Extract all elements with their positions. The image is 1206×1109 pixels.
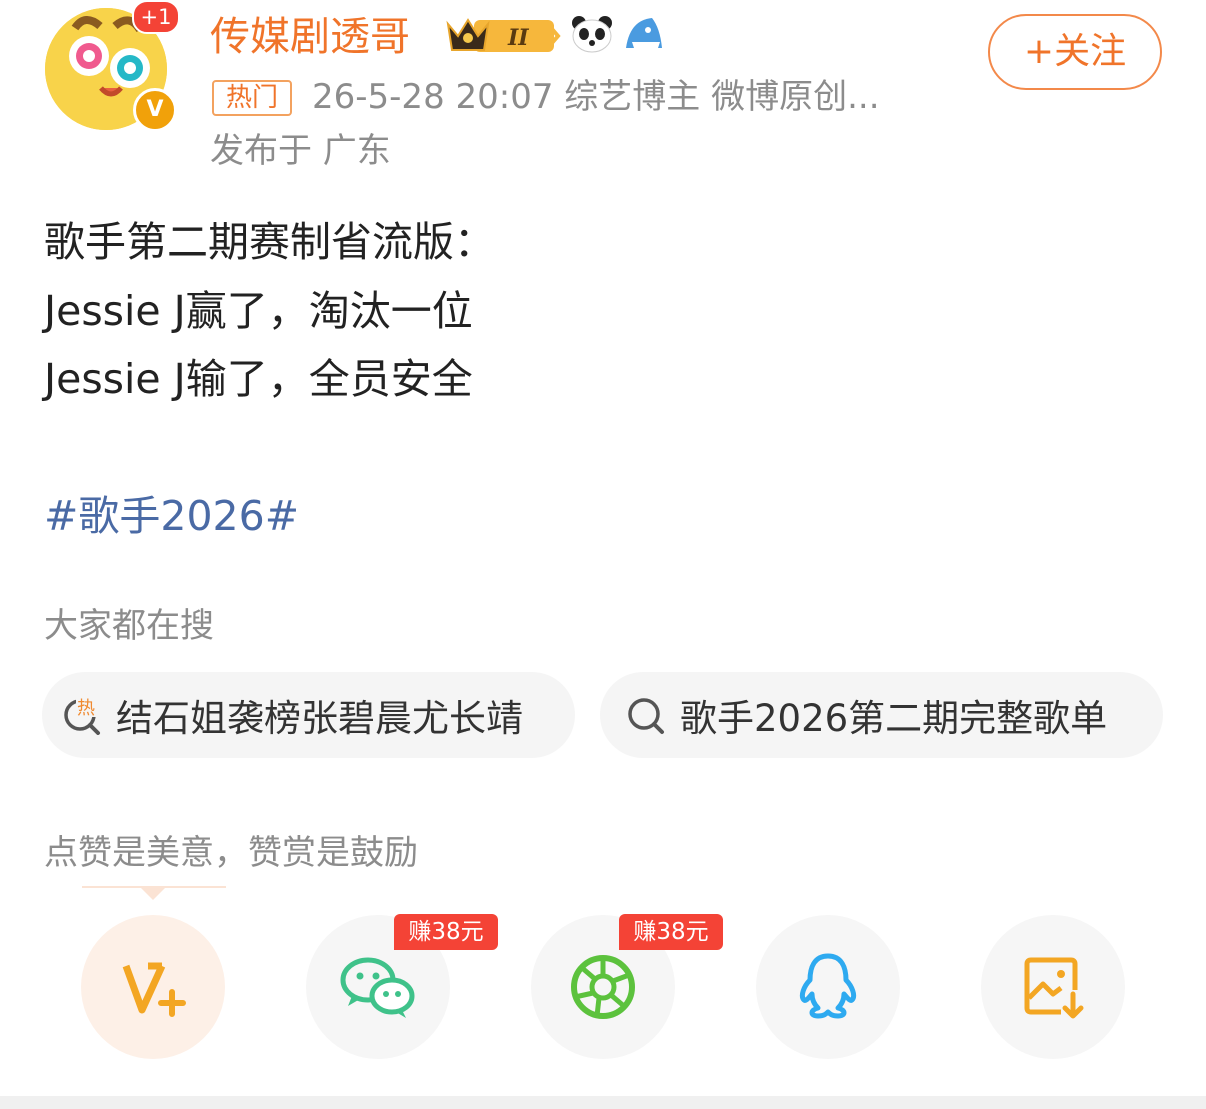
bottom-divider bbox=[0, 1096, 1206, 1109]
hashtag-link[interactable]: #歌手2026# bbox=[44, 486, 299, 546]
panda-badge-icon[interactable] bbox=[570, 14, 614, 54]
share-qq-button[interactable] bbox=[756, 915, 900, 1059]
moments-icon bbox=[571, 955, 635, 1019]
earn-badge: 赚38元 bbox=[394, 914, 498, 950]
trending-search-label: 大家都在搜 bbox=[44, 606, 214, 646]
reward-button[interactable] bbox=[81, 915, 225, 1059]
trending-search-text: 结石姐袭榜张碧晨尤长靖 bbox=[116, 697, 523, 740]
qq-icon bbox=[799, 953, 857, 1019]
reward-hint: 点赞是美意，赞赏是鼓励 bbox=[44, 833, 418, 873]
post-text-line: 歌手第二期赛制省流版： bbox=[44, 218, 495, 266]
level-badge-text: II bbox=[507, 25, 529, 51]
post-text-line: Jessie J赢了，淘汰一位 bbox=[44, 287, 473, 335]
vip-crown-badge-icon[interactable]: II bbox=[446, 14, 561, 56]
author-name[interactable]: 传媒剧透哥 bbox=[210, 10, 410, 65]
hot-icon-text: 热 bbox=[77, 698, 95, 719]
post-meta: 26-5-28 20:07 综艺博主 微博原创... bbox=[312, 77, 880, 117]
trending-search-text: 歌手2026第二期完整歌单 bbox=[680, 697, 1108, 740]
reward-pointer-icon bbox=[141, 888, 165, 900]
wechat-icon bbox=[340, 957, 415, 1018]
save-image-icon bbox=[1024, 957, 1084, 1019]
search-icon bbox=[626, 695, 666, 735]
v-plus-icon bbox=[122, 962, 186, 1017]
hot-tag: 热门 bbox=[212, 80, 292, 116]
follow-button[interactable]: +关注 bbox=[988, 14, 1162, 90]
new-post-badge: +1 bbox=[132, 0, 180, 34]
post-text-line: Jessie J输了，全员安全 bbox=[44, 355, 473, 403]
verified-badge-icon: V bbox=[133, 88, 177, 132]
earn-badge: 赚38元 bbox=[619, 914, 723, 950]
post-location: 发布于 广东 bbox=[210, 131, 391, 171]
hot-search-icon: 热 bbox=[62, 695, 102, 735]
trending-search-chip[interactable]: 热 结石姐袭榜张碧晨尤长靖 bbox=[42, 672, 575, 758]
trending-search-chip[interactable]: 歌手2026第二期完整歌单 bbox=[600, 672, 1163, 758]
shark-badge-icon[interactable] bbox=[620, 14, 666, 54]
save-image-button[interactable] bbox=[981, 915, 1125, 1059]
